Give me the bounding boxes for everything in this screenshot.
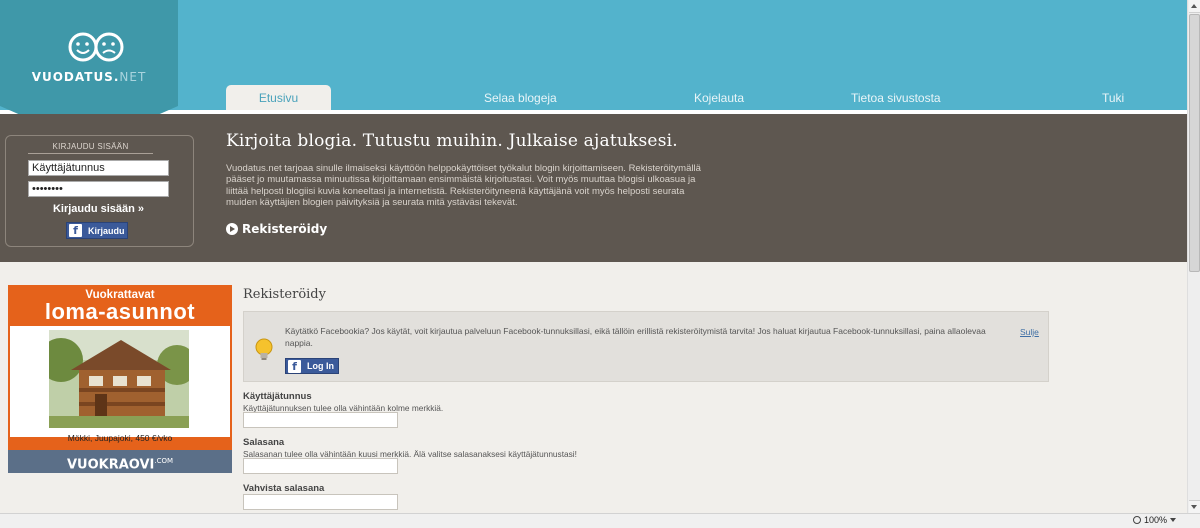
login-facebook-label: Kirjaudu bbox=[88, 225, 125, 236]
logo-wordmark: VUODATUS.NET bbox=[31, 70, 147, 84]
scroll-down-arrow-icon[interactable] bbox=[1189, 500, 1200, 513]
login-password-input[interactable] bbox=[28, 181, 169, 197]
facebook-notice-text: Käytätkö Facebookia? Jos käytät, voit ki… bbox=[285, 326, 986, 348]
confirm-password-label: Vahvista salasana bbox=[243, 483, 325, 494]
login-facebook-button[interactable]: f Kirjaudu bbox=[66, 222, 128, 239]
ad-cottage-photo bbox=[49, 330, 189, 428]
tab-tietoa-sivustosta[interactable]: Tietoa sivustosta bbox=[851, 85, 941, 110]
zoom-control[interactable]: 100% bbox=[1133, 515, 1177, 525]
tab-selaa-blogeja[interactable]: Selaa blogeja bbox=[484, 85, 557, 110]
notice-close-link[interactable]: Sulje bbox=[1020, 327, 1039, 337]
advertisement[interactable]: Vuokrattavat loma-asunnot Mökki, Juupajo… bbox=[8, 285, 232, 473]
facebook-icon: f bbox=[288, 359, 301, 373]
header-bar bbox=[0, 0, 1187, 110]
username-label: Käyttäjätunnus bbox=[243, 391, 312, 402]
vertical-scrollbar[interactable] bbox=[1187, 0, 1200, 513]
login-username-input[interactable] bbox=[28, 160, 169, 176]
password-field[interactable] bbox=[243, 458, 398, 474]
username-field[interactable] bbox=[243, 412, 398, 428]
hero-description: Vuodatus.net tarjoaa sinulle ilmaiseksi … bbox=[226, 163, 701, 208]
password-label: Salasana bbox=[243, 437, 285, 448]
zoom-level: 100% bbox=[1144, 515, 1168, 525]
tab-tuki[interactable]: Tuki bbox=[1102, 85, 1124, 110]
magnifier-icon bbox=[1133, 516, 1141, 524]
register-heading: Rekisteröidy bbox=[243, 287, 326, 302]
lightbulb-icon bbox=[255, 338, 273, 360]
confirm-password-field[interactable] bbox=[243, 494, 398, 510]
smiley-logo-icon bbox=[68, 32, 124, 62]
scroll-thumb[interactable] bbox=[1189, 14, 1200, 272]
hero-title: Kirjoita blogia. Tutustu muihin. Julkais… bbox=[226, 131, 678, 151]
scroll-up-arrow-icon[interactable] bbox=[1189, 0, 1200, 13]
ad-caption: Mökki, Juupajoki, 450 €/vko bbox=[67, 433, 173, 443]
chevron-down-icon bbox=[1170, 518, 1177, 522]
facebook-login-button[interactable]: f Log In bbox=[285, 358, 339, 374]
hero-register-label: Rekisteröidy bbox=[242, 222, 328, 236]
hero-register-link[interactable]: Rekisteröidy bbox=[226, 222, 327, 236]
login-title: KIRJAUDU SISÄÄN bbox=[28, 142, 153, 154]
tab-etusivu[interactable]: Etusivu bbox=[226, 85, 331, 110]
ad-headline: loma-asunnot bbox=[44, 299, 196, 324]
ad-brand: VUOKRAOVI.COM bbox=[8, 450, 232, 473]
tab-kojelauta[interactable]: Kojelauta bbox=[694, 85, 744, 110]
facebook-icon: f bbox=[69, 224, 82, 237]
facebook-login-label: Log In bbox=[307, 361, 334, 371]
login-submit-link[interactable]: Kirjaudu sisään » bbox=[28, 203, 169, 215]
browser-status-bar: 100% bbox=[0, 513, 1200, 528]
play-arrow-icon bbox=[226, 223, 238, 235]
